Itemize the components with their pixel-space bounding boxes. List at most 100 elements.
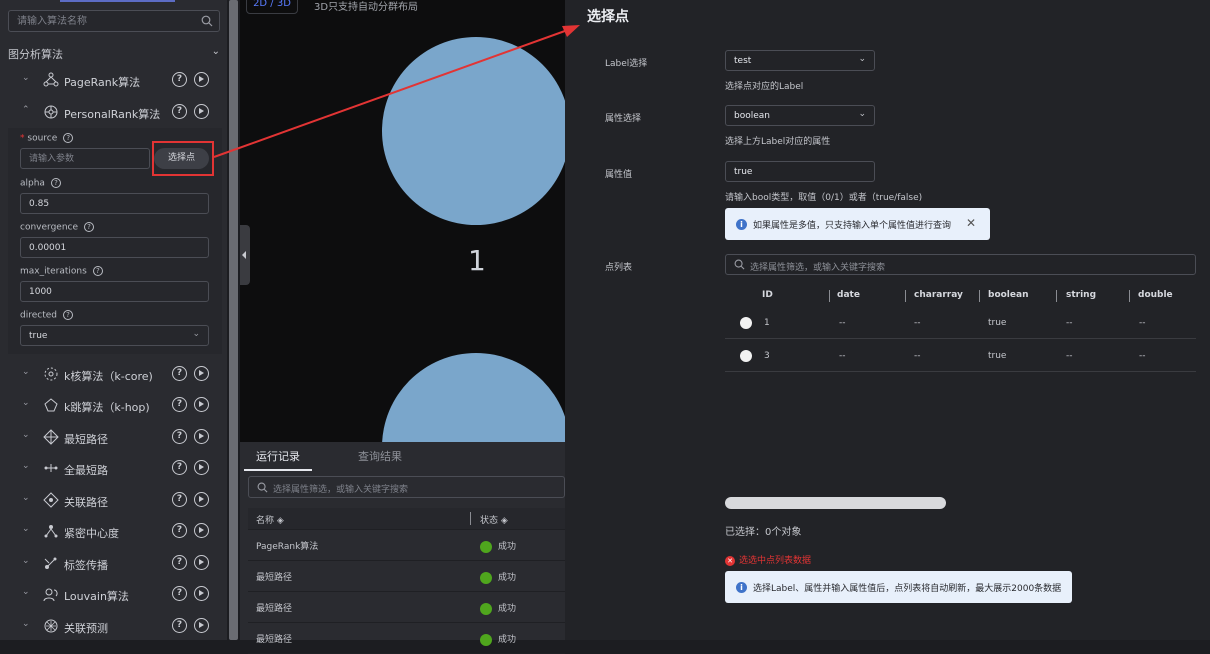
help-icon[interactable]: ? [172, 586, 187, 601]
personalrank-icon [44, 105, 58, 119]
table-row[interactable]: 最短路径 成功 [248, 561, 565, 592]
algorithm-item-all-shortest-paths[interactable]: ⌄ 全最短路 ? [0, 454, 227, 484]
selection-progress-bar[interactable] [725, 497, 946, 509]
algorithm-item-related-path[interactable]: ⌄ 关联路径 ? [0, 486, 227, 516]
help-icon: ? [50, 178, 61, 188]
row-radio[interactable] [740, 317, 752, 329]
algorithm-search-input[interactable]: 请输入算法名称 [8, 10, 220, 32]
view-mode-toggle[interactable]: 2D / 3D [246, 0, 298, 14]
run-icon[interactable] [194, 397, 209, 412]
run-icon[interactable] [194, 429, 209, 444]
help-icon[interactable]: ? [172, 492, 187, 507]
table-row[interactable]: PageRank算法 成功 [248, 530, 565, 561]
run-icon[interactable] [194, 555, 209, 570]
convergence-input[interactable]: 0.00001 [20, 237, 209, 258]
algorithm-item-label-propagation[interactable]: ⌄ 标签传播 ? [0, 549, 227, 579]
prop-value-input[interactable]: true [725, 161, 875, 182]
algorithm-label: 关联路径 [64, 496, 108, 509]
sidebar-scrollbar[interactable] [229, 0, 238, 640]
table-row[interactable]: 3 -- -- true -- -- [725, 339, 1196, 372]
help-icon[interactable]: ? [172, 460, 187, 475]
help-icon[interactable]: ? [172, 555, 187, 570]
close-icon[interactable]: ✕ [966, 216, 976, 230]
active-tab-indicator [244, 469, 312, 471]
chevron-down-icon: ⌄ [192, 329, 200, 339]
info-icon: i [736, 582, 747, 593]
closeness-icon [44, 525, 58, 538]
collapse-sidebar-handle[interactable] [240, 225, 250, 285]
records-table: 名称 ◈ 状态 ◈ PageRank算法 成功 最短路径 成功 最短路径 成功 最短路… [248, 508, 565, 654]
directed-select[interactable]: true ⌄ [20, 325, 209, 346]
algorithm-item-k-core[interactable]: ⌄ k核算法（k-core) ? [0, 360, 227, 390]
algorithm-item-closeness[interactable]: ⌄ 紧密中心度 ? [0, 517, 227, 547]
tab-indicator [60, 0, 175, 2]
algorithm-item-link-prediction[interactable]: ⌄ 关联预测 ? [0, 612, 227, 640]
algorithm-label: k跳算法（k-hop) [64, 401, 150, 414]
label-select-label: Label选择 [605, 59, 648, 69]
help-icon[interactable]: ? [172, 72, 187, 87]
graph-node[interactable] [382, 353, 565, 442]
vertex-search-input[interactable]: 选择属性筛选，或输入关键字搜索 [725, 254, 1196, 275]
vertex-list-label: 点列表 [605, 263, 633, 273]
run-icon[interactable] [194, 618, 209, 633]
run-icon[interactable] [194, 460, 209, 475]
row-radio[interactable] [740, 350, 752, 362]
table-row[interactable]: 1 -- -- true -- -- [725, 306, 1196, 339]
help-icon[interactable]: ? [172, 618, 187, 633]
graph-node[interactable] [382, 37, 565, 225]
help-icon: ? [84, 222, 95, 232]
validation-error: ✕ 选选中点列表数据 [725, 553, 811, 566]
help-icon[interactable]: ? [172, 429, 187, 444]
run-icon[interactable] [194, 72, 209, 87]
algorithm-item-pagerank[interactable]: ⌄ PageRank算法 ? [0, 66, 227, 96]
algorithm-item-personalrank[interactable]: ⌃ PersonalRank算法 ? [0, 98, 227, 128]
k-core-icon [44, 367, 58, 381]
table-header: 名称 ◈ 状态 ◈ [248, 508, 565, 530]
algorithm-item-k-hop[interactable]: ⌄ k跳算法（k-hop) ? [0, 391, 227, 421]
help-icon[interactable]: ? [172, 397, 187, 412]
column-header-date: date [837, 290, 860, 300]
label-select-hint: 选择点对应的Label [725, 82, 804, 92]
k-hop-icon [44, 398, 58, 412]
algorithm-label: Louvain算法 [64, 590, 129, 603]
prop-value-hint: 请输入bool类型，取值（0/1）或者（true/false) [725, 193, 923, 203]
group-header[interactable]: 图分析算法 ⌄ [8, 46, 222, 62]
run-icon[interactable] [194, 492, 209, 507]
records-search-input[interactable]: 选择属性筛选，或输入关键字搜索 [248, 476, 565, 498]
algorithm-item-louvain[interactable]: ⌄ Louvain算法 ? [0, 580, 227, 610]
convergence-label: convergence? [20, 222, 95, 233]
all-shortest-paths-icon [44, 464, 58, 472]
shortest-path-icon [43, 429, 59, 445]
source-input[interactable]: 请输入参数 [20, 148, 150, 169]
help-icon: ? [63, 133, 74, 143]
label-select[interactable]: test ⌄ [725, 50, 875, 71]
column-header-status[interactable]: 状态 ◈ [480, 513, 508, 526]
records-search-placeholder: 选择属性筛选，或输入关键字搜索 [273, 485, 409, 495]
run-icon[interactable] [194, 586, 209, 601]
prop-select-hint: 选择上方Label对应的属性 [725, 137, 831, 147]
run-icon[interactable] [194, 523, 209, 538]
max-iterations-input[interactable]: 1000 [20, 281, 209, 302]
graph-canvas[interactable]: 2D / 3D 3D只支持自动分群布局 1 [240, 0, 565, 442]
table-row[interactable]: 最短路径 成功 [248, 592, 565, 623]
algorithm-item-shortest-path[interactable]: ⌄ 最短路径 ? [0, 423, 227, 453]
chevron-down-icon: ⌄ [22, 493, 30, 503]
tab-query-results[interactable]: 查询结果 [358, 448, 402, 464]
column-header-name[interactable]: 名称 ◈ [256, 513, 284, 526]
table-header: ID date chararray boolean string double [725, 284, 1196, 306]
node-label: 1 [468, 244, 486, 277]
prop-select[interactable]: boolean ⌄ [725, 105, 875, 126]
help-icon[interactable]: ? [172, 523, 187, 538]
chevron-down-icon: ⌄ [22, 619, 30, 629]
help-icon[interactable]: ? [172, 366, 187, 381]
chevron-down-icon: ⌄ [858, 109, 866, 119]
tab-run-records[interactable]: 运行记录 [256, 448, 300, 464]
run-icon[interactable] [194, 104, 209, 119]
algorithm-label: 关联预测 [64, 622, 108, 635]
help-icon[interactable]: ? [172, 104, 187, 119]
alpha-input[interactable]: 0.85 [20, 193, 209, 214]
run-icon[interactable] [194, 366, 209, 381]
max-iterations-label: max_iterations? [20, 266, 103, 277]
table-row[interactable]: 最短路径 成功 [248, 623, 565, 654]
chevron-down-icon: ⌄ [22, 367, 30, 377]
